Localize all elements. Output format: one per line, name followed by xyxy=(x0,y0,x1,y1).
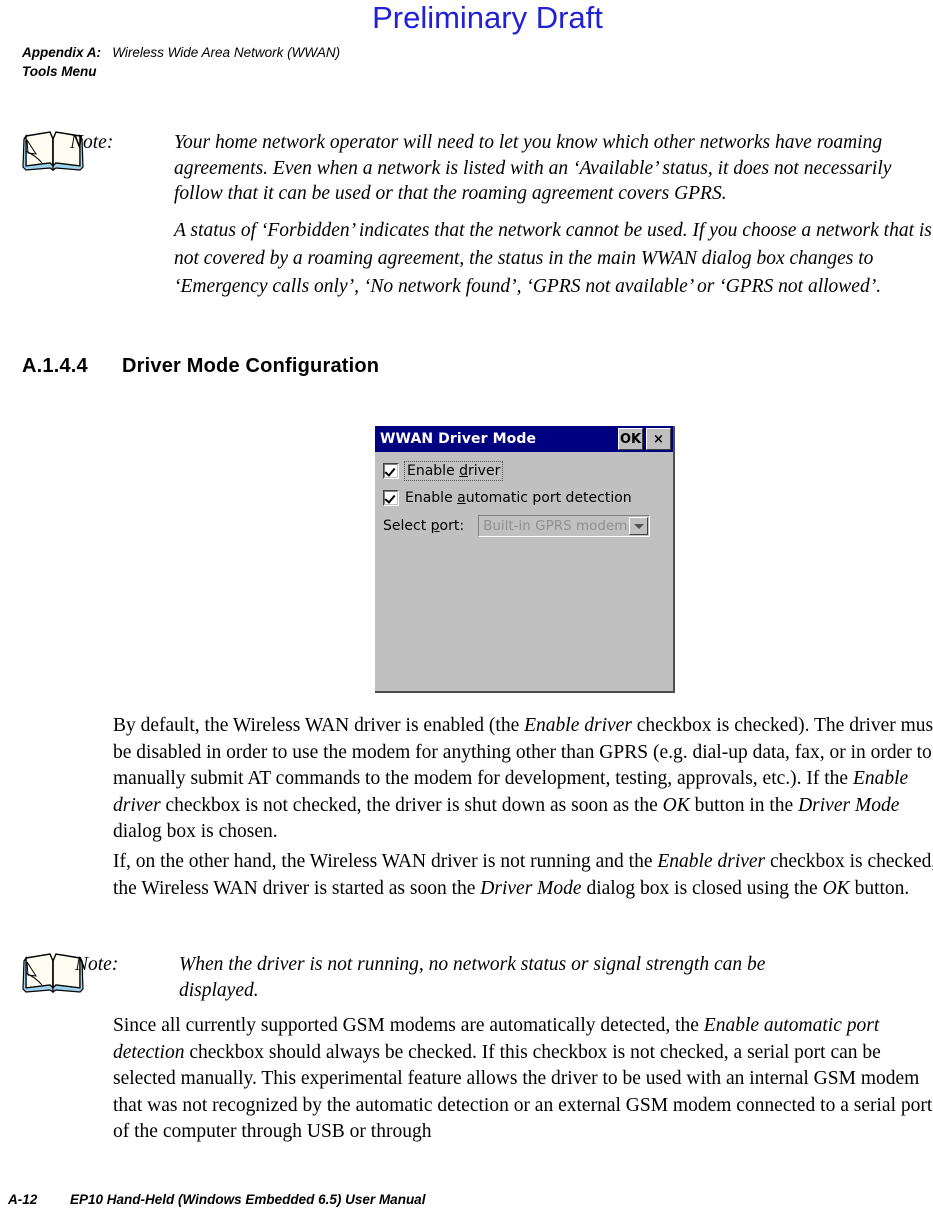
body-paragraph-3: Since all currently supported GSM modems… xyxy=(113,1013,933,1146)
dialog-ok-button[interactable]: OK xyxy=(618,428,643,450)
dialog-title: WWAN Driver Mode xyxy=(380,431,537,447)
running-head-subtitle: Tools Menu xyxy=(22,64,97,79)
para1-seg-c: checkbox is not checked, the driver is s… xyxy=(160,794,663,816)
body-paragraph-2: If, on the other hand, the Wireless WAN … xyxy=(113,849,933,902)
select-port-label: Select port: xyxy=(383,518,465,534)
para1-seg-d: button in the xyxy=(689,794,799,816)
running-head: Appendix A: Wireless Wide Area Network (… xyxy=(22,43,340,81)
section-title: Driver Mode Configuration xyxy=(122,355,380,377)
enable-driver-checkbox[interactable] xyxy=(383,462,399,479)
para1-seg-e: dialog box is chosen. xyxy=(113,821,278,842)
note-top-paragraph-2: A status of ‘Forbidden’ indicates that t… xyxy=(174,219,932,297)
para3-seg-a: Since all currently supported GSM modems… xyxy=(113,1015,704,1036)
footer-manual-title: EP10 Hand-Held (Windows Embedded 6.5) Us… xyxy=(70,1192,426,1207)
running-head-appendix-label: Appendix A: xyxy=(22,45,101,60)
enable-auto-port-row[interactable]: Enable automatic port detection xyxy=(383,487,673,508)
para2-seg-c: dialog box is closed using the xyxy=(581,877,823,899)
section-number: A.1.4.4 xyxy=(22,355,88,377)
para1-seg-a: By default, the Wireless WAN driver is e… xyxy=(113,715,525,736)
enable-automatic-port-detection-checkbox[interactable] xyxy=(383,489,399,506)
section-heading: A.1.4.4 Driver Mode Configuration xyxy=(22,355,379,378)
para3-seg-b: checkbox should always be checked. If th… xyxy=(113,1041,933,1143)
note-bottom-paragraph-1: Note: When the driver is not running, no … xyxy=(75,952,827,1003)
para1-italic-1: Enable driver xyxy=(524,715,632,736)
close-icon[interactable]: × xyxy=(646,428,671,450)
wwan-driver-mode-dialog: WWAN Driver Mode OK × Enable driver Enab… xyxy=(375,426,675,693)
para2-italic-1: Enable driver xyxy=(657,851,766,872)
enable-driver-label: Enable driver xyxy=(403,460,504,481)
footer-page-number: A-12 xyxy=(8,1192,38,1207)
note-top-paragraph-1: Note: Your home network operator will nee… xyxy=(70,130,932,207)
para2-italic-2: Driver Mode xyxy=(480,877,582,899)
body-paragraph-1: By default, the Wireless WAN driver is e… xyxy=(113,713,933,846)
note-block-bottom: Note: When the driver is not running, no … xyxy=(22,952,932,1003)
para2-seg-a: If, on the other hand, the Wireless WAN … xyxy=(113,851,658,872)
para1-italic-3: OK xyxy=(662,794,690,816)
note-bottom-body: Note: When the driver is not running, no … xyxy=(75,952,827,1003)
para2-seg-d: button. xyxy=(849,877,910,899)
note-top-body: Note: Your home network operator will nee… xyxy=(70,130,932,301)
enable-driver-row[interactable]: Enable driver xyxy=(383,460,673,481)
para2-italic-3: OK xyxy=(822,877,850,899)
dialog-body: Enable driver Enable automatic port dete… xyxy=(375,452,673,537)
note-label: Note: xyxy=(70,132,114,153)
dialog-titlebar: WWAN Driver Mode OK × xyxy=(375,426,673,452)
note-bottom-paragraph-1-text: When the driver is not running, no netwo… xyxy=(179,954,766,1001)
select-port-row: Select port: Built-in GPRS modem xyxy=(383,515,673,537)
note-label: Note: xyxy=(75,954,119,975)
note-block-top: Note: Your home network operator will nee… xyxy=(22,130,932,301)
para1-italic-4: Driver Mode xyxy=(798,794,900,816)
select-port-combobox[interactable]: Built-in GPRS modem xyxy=(478,515,651,537)
chevron-down-icon[interactable] xyxy=(629,517,649,535)
select-port-value: Built-in GPRS modem xyxy=(483,518,628,534)
running-head-appendix-title-text: Wireless Wide Area Network (WWAN) xyxy=(112,45,341,60)
enable-automatic-port-detection-label: Enable automatic port detection xyxy=(405,489,632,506)
page-footer: A-12 EP10 Hand-Held (Windows Embedded 6.5… xyxy=(8,1192,425,1207)
note-top-paragraph-1-text: Your home network operator will need to … xyxy=(174,132,892,204)
preliminary-draft-watermark: Preliminary Draft xyxy=(372,0,603,35)
